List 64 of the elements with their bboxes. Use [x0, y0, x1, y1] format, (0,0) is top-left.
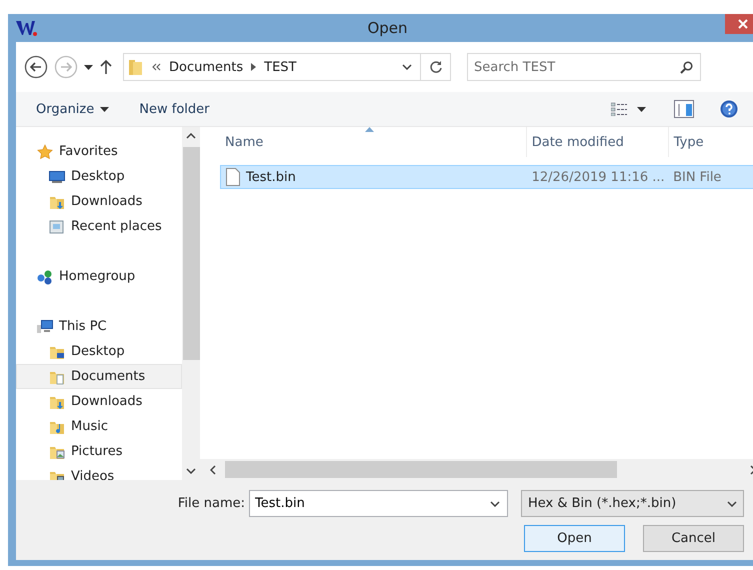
sidebar-item[interactable]: Favorites — [16, 139, 182, 164]
star-icon — [37, 144, 53, 160]
file-icon — [226, 168, 240, 186]
horizontal-scrollbar[interactable] — [200, 459, 753, 480]
search-field[interactable]: Search TEST — [467, 53, 701, 81]
file-name-field[interactable]: Test.bin — [249, 490, 508, 517]
vertical-scrollbar[interactable] — [182, 127, 200, 480]
dropdown-icon — [727, 500, 737, 506]
dropdown-icon — [490, 501, 500, 507]
sidebar-item[interactable]: Homegroup — [16, 264, 182, 289]
sidebar-item[interactable]: Desktop — [16, 164, 182, 189]
caret-icon — [84, 64, 93, 70]
close-icon — [738, 19, 748, 29]
app-logo-icon — [15, 19, 37, 37]
address-bar[interactable]: Documents TEST — [123, 53, 451, 81]
chevron-left-icon — [210, 464, 216, 474]
chevron-right-icon — [251, 63, 256, 71]
up-button[interactable] — [99, 59, 113, 75]
dialog-button[interactable]: Open — [524, 525, 625, 552]
sidebar-item[interactable]: Music — [16, 414, 182, 439]
help-icon — [720, 100, 738, 118]
column-header[interactable]: Type — [668, 127, 753, 157]
close-button[interactable] — [725, 14, 753, 34]
chevron-down-icon — [186, 468, 196, 474]
back-button[interactable] — [24, 55, 48, 79]
window-title: Open — [366, 19, 409, 37]
column-header[interactable]: Date modified — [526, 127, 669, 157]
computer-icon — [37, 318, 53, 334]
file-name-label: File name: — [178, 496, 245, 511]
sidebar-item[interactable]: This PC — [16, 314, 182, 339]
file-type-dropdown[interactable]: Hex & Bin (*.hex;*.bin) — [521, 490, 744, 517]
file-row[interactable]: Test.bin 12/26/2019 11:16 ... BIN File — [220, 165, 753, 189]
sidebar-item[interactable]: Documents — [16, 364, 182, 389]
breadcrumb[interactable]: TEST — [264, 60, 296, 74]
scrollbar-thumb[interactable] — [225, 461, 617, 478]
up-arrow-icon — [99, 59, 113, 75]
caret-icon — [100, 106, 110, 112]
chevron-up-icon — [186, 133, 196, 139]
chevrons-icon — [152, 63, 161, 71]
sidebar-item[interactable]: Pictures — [16, 439, 182, 464]
folder-icon — [128, 58, 144, 76]
sidebar-item[interactable]: Downloads — [16, 389, 182, 414]
pane-icon — [674, 100, 694, 118]
monitor-icon — [49, 168, 65, 184]
search-icon — [680, 61, 693, 74]
caret-icon — [637, 106, 646, 112]
refresh-icon — [428, 60, 442, 74]
scrollbar-thumb[interactable] — [182, 147, 200, 360]
recent-locations-button[interactable] — [84, 64, 93, 70]
file-name: Test.bin — [246, 170, 296, 184]
table-cell-text: BIN File — [672, 170, 722, 184]
network-icon — [37, 268, 53, 284]
sort-arrow-icon — [365, 127, 374, 132]
new-folder-button[interactable]: New folder — [131, 98, 218, 120]
recent-places-icon — [49, 218, 65, 234]
sidebar-item[interactable]: Desktop — [16, 339, 182, 364]
details-view-icon — [611, 102, 627, 116]
breadcrumb[interactable]: Documents — [169, 60, 244, 74]
dialog-button[interactable]: Cancel — [643, 525, 744, 552]
sidebar-item[interactable]: Downloads — [16, 189, 182, 214]
table-cell-text: 12/26/2019 11:16 ... — [530, 170, 666, 184]
sidebar-item[interactable]: Recent places — [16, 214, 182, 239]
dropdown-icon — [402, 64, 412, 70]
organize-button[interactable]: Organize — [28, 98, 118, 120]
